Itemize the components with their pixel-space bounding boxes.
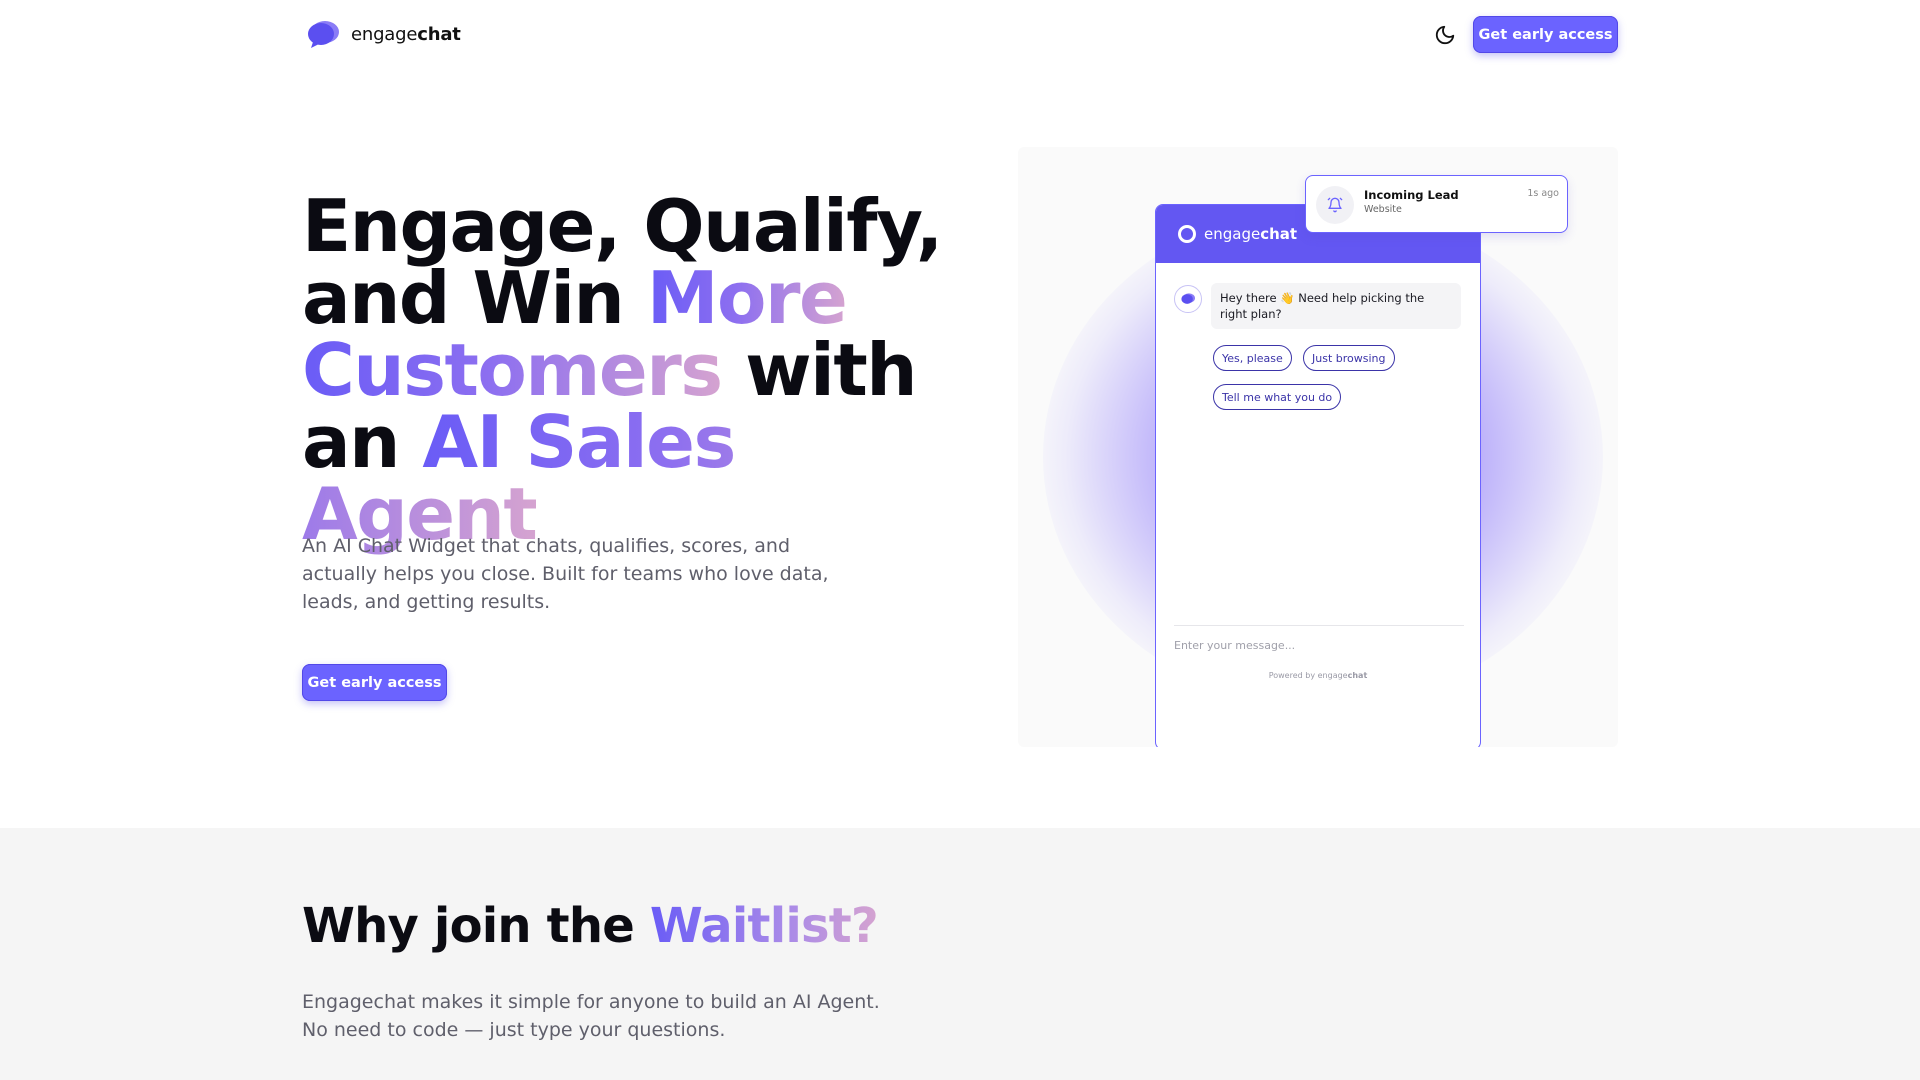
hero-title: Engage, Qualify, and Win More Customers … — [302, 184, 943, 556]
chat-widget: engagechat Hey there 👋 Need help picking… — [1155, 204, 1481, 747]
dark-mode-toggle[interactable] — [1430, 20, 1460, 50]
message-input[interactable] — [1174, 633, 1464, 657]
widget-preview-panel: engagechat Hey there 👋 Need help picking… — [1018, 147, 1618, 747]
quick-reply-yes-please[interactable]: Yes, please — [1213, 345, 1292, 371]
input-divider — [1174, 625, 1464, 626]
hero-subtitle: An AI Chat Widget that chats, qualifies,… — [302, 535, 829, 613]
waitlist-subtitle: Engagechat makes it simple for anyone to… — [302, 991, 880, 1041]
lead-source: Website — [1364, 204, 1402, 215]
moon-icon — [1435, 25, 1455, 45]
lead-title: Incoming Lead — [1364, 188, 1459, 202]
waitlist-section: Why join the Waitlist? Engagechat makes … — [0, 828, 1920, 1080]
chat-bubble-logo-icon — [308, 21, 339, 48]
ring-logo-icon — [1178, 225, 1196, 243]
hero-get-early-access-button[interactable]: Get early access — [302, 664, 447, 701]
incoming-lead-notification: Incoming Lead Website 1s ago — [1305, 175, 1568, 233]
quick-reply-tell-me-what-you-do[interactable]: Tell me what you do — [1213, 384, 1342, 410]
top-nav: engagechat Get early access — [0, 0, 1920, 70]
quick-reply-just-browsing[interactable]: Just browsing — [1303, 345, 1395, 371]
bell-ring-icon — [1327, 197, 1343, 213]
waitlist-title: Why join the Waitlist? — [302, 898, 879, 954]
nav-get-early-access-button[interactable]: Get early access — [1473, 16, 1618, 53]
lead-timestamp: 1s ago — [1527, 188, 1559, 199]
brand-name: engagechat — [351, 23, 461, 45]
lead-icon-wrapper — [1316, 186, 1354, 224]
brand-link[interactable]: engagechat — [305, 18, 461, 50]
bot-avatar — [1174, 285, 1202, 313]
widget-brand-name: engagechat — [1204, 225, 1298, 243]
powered-by-footer: Powered by engagechat — [1268, 671, 1368, 680]
bot-message: Hey there 👋 Need help picking the right … — [1211, 283, 1461, 329]
chat-bubble-icon — [1181, 293, 1195, 304]
